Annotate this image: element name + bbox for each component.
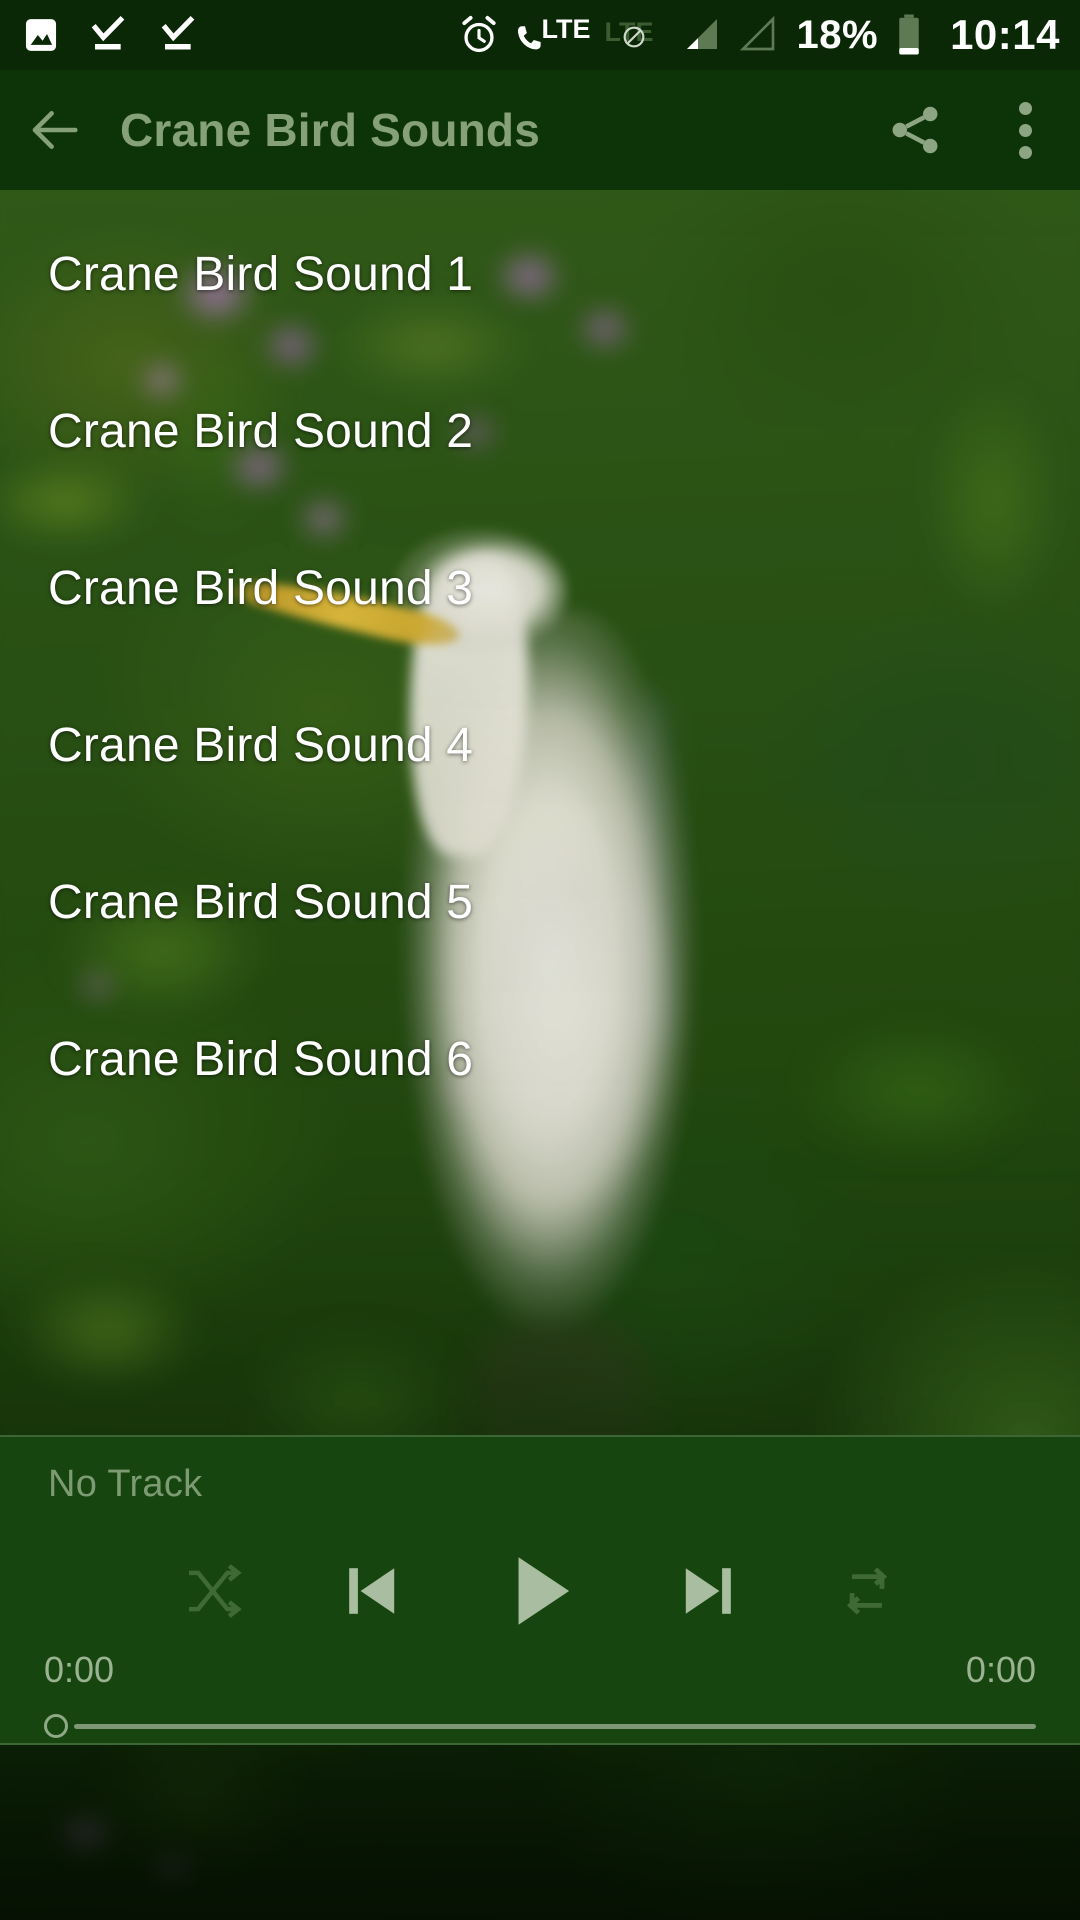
list-item[interactable]: Crane Bird Sound 4: [0, 667, 1080, 824]
list-item-label: Crane Bird Sound 6: [48, 1033, 474, 1086]
page-title: Crane Bird Sounds: [120, 104, 541, 156]
share-icon: [892, 106, 938, 154]
player-panel: No Track 0:00 0:00: [0, 1435, 1080, 1745]
play-button[interactable]: [456, 1545, 624, 1637]
lte-disabled-icon: LTE: [604, 17, 654, 48]
previous-button[interactable]: [288, 1555, 456, 1627]
list-item[interactable]: Crane Bird Sound 5: [0, 824, 1080, 981]
shuffle-icon: [189, 1564, 242, 1618]
list-item-label: Crane Bird Sound 1: [48, 248, 474, 301]
signal-bars-sim2-icon: [739, 15, 774, 51]
back-arrow-icon: [32, 111, 78, 149]
shuffle-button[interactable]: [138, 1559, 288, 1623]
player-controls: [0, 1543, 1080, 1639]
image-icon: [25, 19, 57, 51]
repeat-button[interactable]: [792, 1559, 942, 1623]
battery-percent-label: 18%: [796, 12, 879, 57]
sound-list: Crane Bird Sound 1 Crane Bird Sound 2 Cr…: [0, 190, 1080, 1435]
seek-thumb[interactable]: [44, 1714, 68, 1738]
download-complete-icon-2: [161, 16, 195, 50]
battery-icon: [899, 14, 919, 55]
list-item[interactable]: Crane Bird Sound 2: [0, 353, 1080, 510]
status-bar-left-icons: [0, 15, 200, 55]
download-complete-icon: [91, 16, 125, 50]
seek-bar[interactable]: [44, 1714, 1036, 1738]
photo-bottom-vignette: [0, 1745, 1080, 1920]
list-item[interactable]: Crane Bird Sound 3: [0, 510, 1080, 667]
status-bar: LTE LTE 18% 10:14: [0, 0, 1080, 70]
play-icon: [518, 1557, 570, 1625]
next-button[interactable]: [624, 1555, 792, 1627]
signal-bars-sim1-icon: [686, 19, 717, 49]
app-bar: Crane Bird Sounds: [0, 70, 1080, 190]
list-item[interactable]: Crane Bird Sound 6: [0, 981, 1080, 1138]
skip-previous-icon: [349, 1568, 395, 1614]
list-item-label: Crane Bird Sound 5: [48, 876, 474, 929]
share-button[interactable]: [860, 70, 970, 190]
status-bar-right-icons: LTE LTE 18% 10:14: [458, 11, 1080, 59]
current-time-label: 0:00: [44, 1649, 115, 1690]
alarm-icon: [461, 15, 496, 53]
phone-screen: LTE LTE 18% 10:14 Crane Bird Sounds Cran…: [0, 0, 1080, 1920]
total-time-label: 0:00: [965, 1649, 1036, 1690]
repeat-icon: [846, 1567, 888, 1615]
seek-track[interactable]: [74, 1723, 1036, 1729]
list-item-label: Crane Bird Sound 4: [48, 719, 474, 772]
list-item[interactable]: Crane Bird Sound 1: [0, 196, 1080, 353]
more-vertical-icon: [1018, 101, 1032, 159]
app-bar-actions: [860, 70, 1080, 190]
player-times: 0:00 0:00: [0, 1649, 1080, 1691]
list-item-label: Crane Bird Sound 3: [48, 562, 474, 615]
skip-next-icon: [685, 1568, 731, 1614]
list-item-label: Crane Bird Sound 2: [48, 405, 474, 458]
clock-label: 10:14: [950, 11, 1060, 58]
current-track-label: No Track: [48, 1463, 203, 1505]
overflow-menu-button[interactable]: [970, 70, 1080, 190]
lte-call-icon: LTE: [514, 12, 591, 58]
back-button[interactable]: [0, 70, 110, 190]
